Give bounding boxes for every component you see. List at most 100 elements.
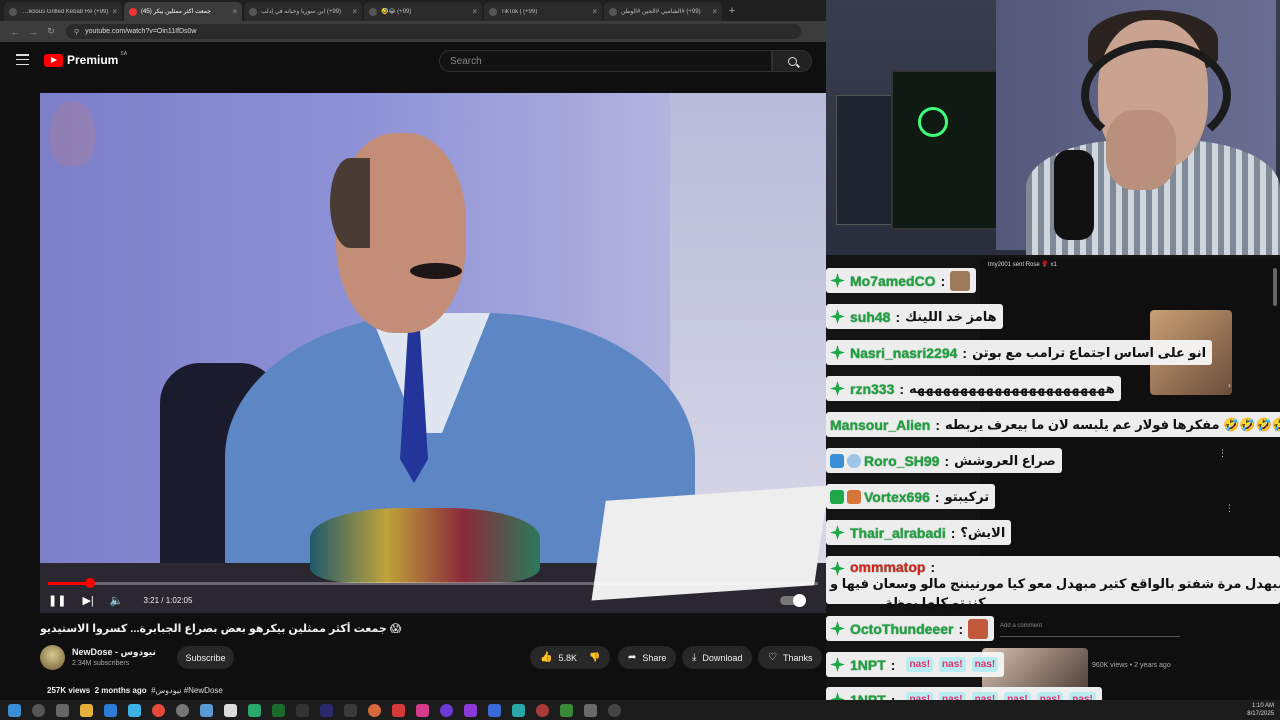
- file-explorer-icon[interactable]: [80, 703, 93, 717]
- video-person-hair: [330, 158, 370, 248]
- new-tab-button[interactable]: +: [724, 2, 740, 21]
- close-icon[interactable]: ×: [112, 7, 117, 16]
- browser-tab-active[interactable]: جمعت أكثر ممثلين بيكر (45) ×: [124, 2, 242, 21]
- tiktok-icon: [609, 7, 617, 16]
- system-clock[interactable]: 1:10 AM 8/17/2025: [1247, 702, 1274, 718]
- download-icon: ⤓: [692, 652, 697, 663]
- side-scrollbar[interactable]: [1273, 268, 1277, 306]
- moderator-diamond-icon: [830, 309, 845, 324]
- side-panel: tmy2001 sent Rose 🌹 x1 › ⋮ ⋮ Add a comme…: [980, 258, 1280, 700]
- url-field[interactable]: ⚲ youtube.com/watch?v=Oin11IfDs0w: [66, 24, 801, 39]
- app-icon[interactable]: [248, 703, 261, 717]
- channel-avatar[interactable]: [40, 645, 65, 670]
- back-arrow-icon[interactable]: ←: [6, 27, 24, 37]
- tiktok-icon: [489, 7, 497, 16]
- video-mustache: [410, 263, 462, 279]
- browser-tab[interactable]: (99+) 😂🤣 ×: [364, 2, 482, 21]
- chevron-right-icon[interactable]: ›: [1228, 380, 1231, 390]
- next-icon[interactable]: ▶|: [82, 594, 93, 607]
- seek-handle[interactable]: [84, 578, 95, 588]
- browser-tab[interactable]: (99+) ابن سوريا وخيانه في إدلب ×: [244, 2, 362, 21]
- search-input[interactable]: Search: [439, 50, 772, 72]
- share-button[interactable]: ➦ Share: [618, 646, 677, 669]
- close-icon[interactable]: ×: [592, 7, 597, 16]
- taskbar: 1:10 AM 8/17/2025: [0, 700, 1280, 720]
- more-options-icon[interactable]: ⋮: [1225, 503, 1234, 514]
- reload-icon[interactable]: ↻: [42, 26, 60, 37]
- app-icon[interactable]: [392, 703, 405, 717]
- sticker: nas!: [906, 657, 934, 672]
- channel-name[interactable]: NewDose - نيودوس: [72, 647, 156, 658]
- close-icon[interactable]: ×: [352, 7, 357, 16]
- app-icon[interactable]: [200, 703, 213, 717]
- task-view-icon[interactable]: [56, 703, 69, 717]
- thanks-icon: ♡: [768, 652, 777, 663]
- app-icon[interactable]: [440, 703, 453, 717]
- moderator-diamond-icon: [830, 345, 845, 360]
- tiktok-icon[interactable]: [416, 703, 429, 717]
- youtube-header: Premium SA Search: [0, 42, 826, 80]
- obs-icon[interactable]: [176, 703, 189, 717]
- subscribe-button[interactable]: Subscribe: [177, 646, 234, 669]
- download-button[interactable]: ⤓ Download: [682, 646, 753, 669]
- youtube-logo[interactable]: Premium SA: [44, 51, 127, 67]
- moderator-diamond-icon: [830, 657, 845, 672]
- seek-bar[interactable]: [48, 578, 818, 588]
- thumbs-down-icon[interactable]: 👎: [589, 652, 600, 663]
- edge-icon[interactable]: [104, 703, 117, 717]
- cam-pc-glow: [918, 107, 948, 137]
- chat-message: Mansour_Alien: 🤣🤣🤣🤣 مفكرها فولار عم يلبس…: [826, 412, 1280, 437]
- browser-tab[interactable]: (99+) #الشاميي #الجين #الوطن ×: [604, 2, 722, 21]
- volume-icon[interactable]: 🔈: [110, 594, 124, 607]
- cam-pc-case: [891, 70, 1001, 230]
- autoplay-toggle[interactable]: [780, 594, 806, 607]
- app-icon[interactable]: [608, 703, 621, 717]
- moderator-diamond-icon: [830, 561, 845, 576]
- app-icon[interactable]: [584, 703, 597, 717]
- browser-tab[interactable]: (99+) Delicious Grilled Kebab Re ×: [4, 2, 122, 21]
- video-player[interactable]: [40, 93, 826, 613]
- premiere-icon[interactable]: [320, 703, 333, 717]
- close-icon[interactable]: ×: [712, 7, 717, 16]
- browser-tab[interactable]: (99+) | TikTok ×: [484, 2, 602, 21]
- chat-message: suh48: هامز خد اللينك: [826, 304, 1003, 329]
- app-icon[interactable]: [512, 703, 525, 717]
- like-button[interactable]: 👍 5.8K 👎: [530, 646, 611, 669]
- app-icon[interactable]: [296, 703, 309, 717]
- chrome-icon[interactable]: [152, 703, 165, 717]
- site-info-icon[interactable]: ⚲: [74, 28, 79, 36]
- screen: (99+) Delicious Grilled Kebab Re × جمعت أ…: [0, 0, 1280, 720]
- windows-start-icon[interactable]: [8, 703, 21, 717]
- close-icon[interactable]: ×: [232, 7, 237, 16]
- thumbs-up-icon: 👍: [540, 652, 553, 663]
- search-icon[interactable]: [32, 703, 45, 717]
- app-icon[interactable]: [560, 703, 573, 717]
- sticker: nas!: [939, 657, 966, 672]
- menu-icon[interactable]: [16, 54, 29, 65]
- app-icon[interactable]: [368, 703, 381, 717]
- more-options-icon[interactable]: ⋮: [1218, 448, 1227, 459]
- recommended-views: 960K views • 2 years ago: [1092, 662, 1171, 669]
- time-display: 3:21 / 1:02:05: [143, 595, 193, 605]
- app-icon[interactable]: [272, 703, 285, 717]
- close-icon[interactable]: ×: [472, 7, 477, 16]
- comment-input[interactable]: Add a comment: [1000, 623, 1180, 637]
- store-icon[interactable]: [128, 703, 141, 717]
- app-icon[interactable]: [536, 703, 549, 717]
- chat-message: Mo7amedCO:: [826, 268, 977, 293]
- chat-message: OctoThundeeer:: [826, 616, 995, 641]
- share-icon: ➦: [628, 652, 637, 663]
- webcam-overlay: [826, 0, 1280, 255]
- thanks-button[interactable]: ♡ Thanks: [758, 646, 823, 669]
- search-button[interactable]: [772, 50, 812, 72]
- emote-icon: [950, 270, 971, 291]
- pause-icon[interactable]: ❚❚: [48, 594, 66, 607]
- app-icon[interactable]: [224, 703, 237, 717]
- app-icon[interactable]: [344, 703, 357, 717]
- forward-arrow-icon[interactable]: →: [24, 27, 42, 37]
- chat-message: rzn333: هههههههههههههههههههههههه: [826, 376, 1121, 401]
- app-icon[interactable]: [488, 703, 501, 717]
- tiktok-icon: [9, 7, 17, 16]
- app-icon[interactable]: [464, 703, 477, 717]
- chat-message: ommmatop: مبهدل مرة شفتو بالواقع كتير مب…: [826, 556, 1280, 610]
